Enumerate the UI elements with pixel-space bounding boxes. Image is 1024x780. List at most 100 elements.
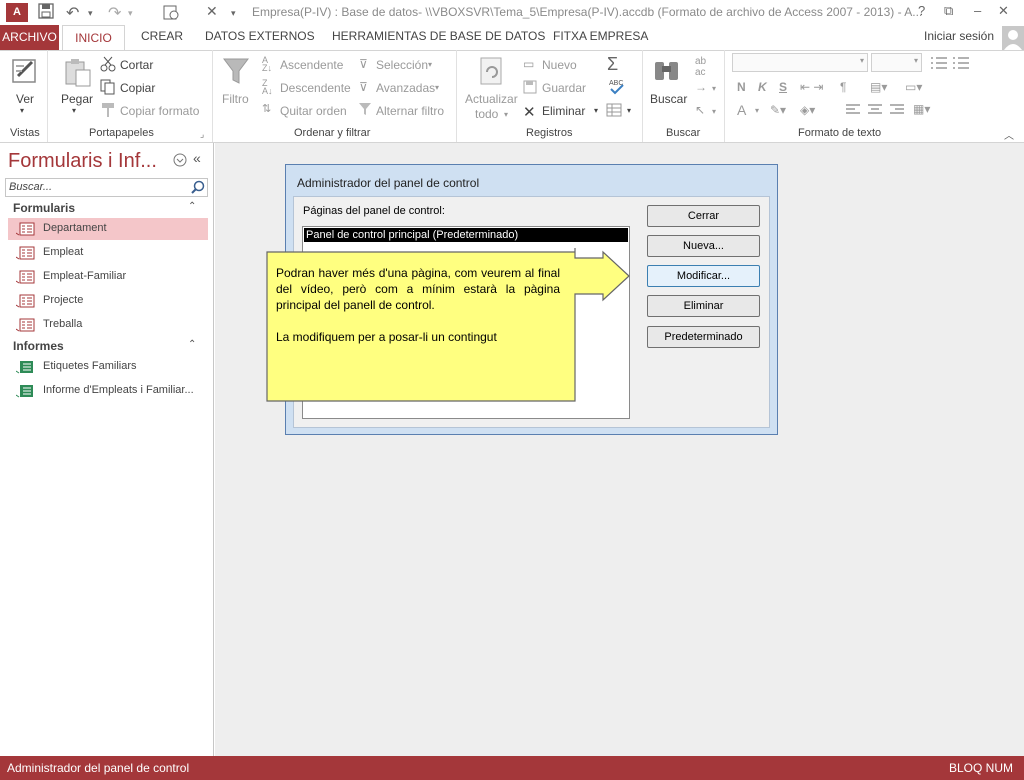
save-record-icon[interactable] [523, 80, 537, 94]
save-record-button[interactable]: Guardar [542, 81, 586, 95]
filter-button[interactable]: Filtro [222, 92, 249, 106]
edit-button[interactable]: Modificar... [647, 265, 760, 287]
format-painter-icon[interactable] [100, 102, 116, 118]
advanced-filter-button[interactable]: Avanzadas [376, 81, 435, 95]
format-painter-button[interactable]: Copiar formato [120, 104, 199, 118]
copy-button[interactable]: Copiar [120, 81, 155, 95]
view-button[interactable]: Ver [16, 92, 34, 106]
redo-dropdown-icon[interactable]: ▾ [128, 8, 133, 19]
font-color-button[interactable]: A [737, 102, 746, 118]
sort-descending-button[interactable]: Descendente [280, 81, 351, 95]
tab-datos-externos[interactable]: DATOS EXTERNOS [205, 29, 315, 43]
spelling-icon[interactable]: ABC [608, 78, 626, 96]
nav-item-projecte[interactable]: Projecte [8, 290, 208, 312]
tab-archivo[interactable]: ARCHIVO [0, 25, 59, 50]
paste-dropdown-icon[interactable]: ▾ [72, 106, 76, 115]
help-button[interactable]: ? [918, 3, 925, 18]
font-name-select[interactable]: ▾ [732, 53, 868, 72]
select-dropdown-icon[interactable]: ▾ [712, 107, 716, 116]
paste-icon[interactable] [62, 56, 92, 88]
font-color-dropdown-icon[interactable]: ▾ [755, 106, 759, 115]
redo-icon[interactable]: ↷ [108, 3, 121, 23]
copy-icon[interactable] [100, 79, 116, 95]
paragraph-direction-icon[interactable]: ¶ [840, 80, 846, 94]
alt-row-color-icon[interactable]: ▭▾ [905, 80, 922, 94]
search-icon[interactable] [191, 180, 206, 195]
undo-dropdown-icon[interactable]: ▾ [88, 8, 93, 19]
delete-icon[interactable]: ✕ [523, 103, 536, 121]
cut-icon[interactable] [100, 56, 116, 72]
goto-icon[interactable]: → [695, 80, 707, 94]
dialog-launcher-icon[interactable]: ⌟ [200, 129, 204, 140]
new-button[interactable]: Nueva... [647, 235, 760, 257]
nav-item-empleat[interactable]: Empleat [8, 242, 208, 264]
tab-inicio[interactable]: INICIO [62, 25, 125, 50]
paste-button[interactable]: Pegar [61, 92, 93, 106]
nav-section-informes[interactable]: Informes [13, 339, 64, 353]
more-records-icon[interactable] [606, 103, 626, 117]
find-button[interactable]: Buscar [650, 92, 687, 106]
sort-ascending-button[interactable]: Ascendente [280, 58, 343, 72]
numbering-icon[interactable] [952, 55, 970, 71]
goto-dropdown-icon[interactable]: ▾ [712, 84, 716, 93]
font-size-select[interactable]: ▾ [871, 53, 922, 72]
nav-item-empleat-familiar[interactable]: Empleat-Familiar [8, 266, 208, 288]
select-icon[interactable]: ↖ [695, 103, 705, 117]
selection-filter-icon[interactable]: ⊽ [359, 57, 368, 71]
tab-fitxa-empresa[interactable]: FITXA EMPRESA [553, 29, 648, 43]
nav-item-departament[interactable]: Departament [8, 218, 208, 240]
nav-item-treballa[interactable]: Treballa [8, 314, 208, 336]
bold-button[interactable]: N [737, 80, 746, 94]
make-default-button[interactable]: Predeterminado [647, 326, 760, 348]
toggle-filter-icon[interactable] [358, 102, 372, 116]
bullets-icon[interactable] [930, 55, 948, 71]
delete-button[interactable]: Eliminar [542, 104, 585, 118]
remove-sort-icon[interactable]: ⇅ [262, 102, 271, 115]
delete-dropdown-icon[interactable]: ▾ [594, 106, 598, 115]
nav-menu-icon[interactable] [173, 153, 187, 167]
refresh-all-button[interactable]: Actualizar [465, 92, 518, 106]
new-record-icon[interactable]: ▭ [523, 57, 534, 71]
refresh-all-icon[interactable] [478, 56, 506, 88]
minimize-button[interactable]: – [974, 3, 981, 18]
sort-descending-icon[interactable]: Z A↓ [262, 79, 273, 96]
close-object-icon[interactable]: ✕ [206, 3, 218, 20]
save-icon[interactable] [38, 3, 54, 19]
selection-dropdown-icon[interactable]: ▾ [428, 60, 432, 69]
nav-pane-title[interactable]: Formularis i Inf... [8, 150, 157, 173]
remove-sort-button[interactable]: Quitar orden [280, 104, 347, 118]
selection-filter-button[interactable]: Selección [376, 58, 428, 72]
sign-in-link[interactable]: Iniciar sesión [924, 29, 994, 43]
nav-search-input[interactable]: Buscar... [5, 178, 208, 197]
nav-section-formularis[interactable]: Formularis [13, 201, 75, 215]
nav-item-informe-empleats[interactable]: Informe d'Empleats i Familiar... [8, 380, 208, 402]
italic-button[interactable]: K [758, 80, 767, 94]
binoculars-icon[interactable] [652, 56, 682, 86]
totals-icon[interactable]: Σ [607, 54, 618, 75]
align-left-icon[interactable] [846, 104, 860, 116]
collapse-ribbon-icon[interactable]: ︿ [1004, 127, 1014, 142]
new-record-button[interactable]: Nuevo [542, 58, 577, 72]
view-icon[interactable] [10, 56, 40, 88]
collapse-informes-icon[interactable]: ⌃ [188, 339, 196, 350]
gridlines-icon[interactable]: ▦▾ [913, 102, 930, 116]
tab-herramientas[interactable]: HERRAMIENTAS DE BASE DE DATOS [332, 29, 545, 43]
customize-qat-icon[interactable]: ▾ [231, 8, 236, 19]
underline-button[interactable]: S [779, 80, 787, 94]
fill-color-icon[interactable]: ◈▾ [800, 103, 815, 117]
refresh-all-label-2[interactable]: todo [475, 107, 498, 121]
refresh-form-icon[interactable] [162, 3, 180, 21]
shutter-bar-close-icon[interactable]: « [193, 150, 201, 166]
align-right-icon[interactable] [890, 104, 904, 116]
avatar[interactable] [1002, 26, 1024, 50]
delete-page-button[interactable]: Eliminar [647, 295, 760, 317]
nav-item-etiquetes-familiars[interactable]: Etiquetes Familiars [8, 356, 208, 378]
sort-ascending-icon[interactable]: A Z↓ [262, 56, 272, 73]
more-dropdown-icon[interactable]: ▾ [627, 106, 631, 115]
replace-icon[interactable]: ab ac [695, 56, 706, 78]
view-dropdown-icon[interactable]: ▾ [20, 106, 24, 115]
list-item[interactable]: Panel de control principal (Predetermina… [304, 228, 628, 242]
refresh-dropdown-icon[interactable]: ▾ [504, 110, 508, 119]
tab-crear[interactable]: CREAR [141, 29, 183, 43]
undo-icon[interactable]: ↶ [66, 3, 79, 23]
